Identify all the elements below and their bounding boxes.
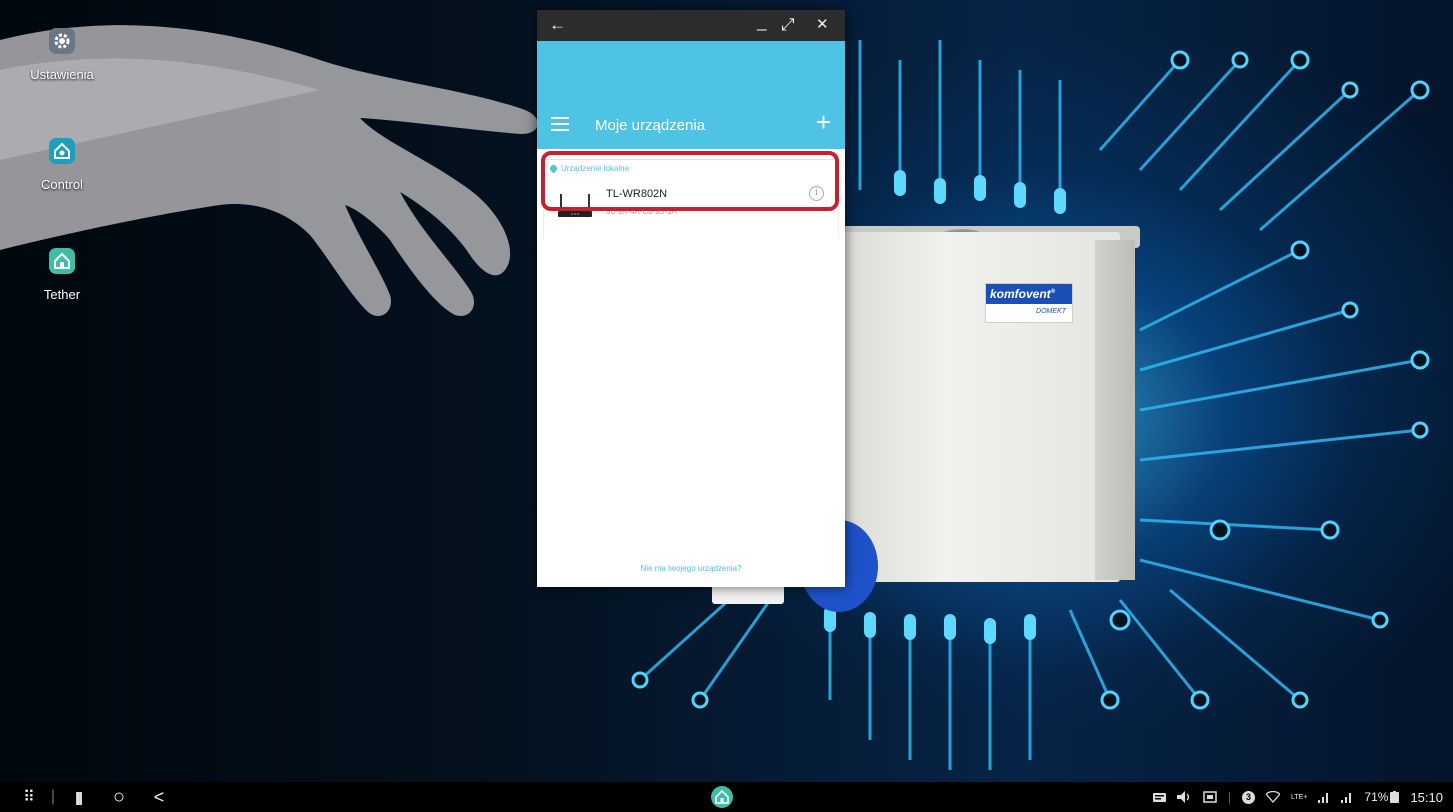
komfovent-control-icon <box>49 138 75 164</box>
add-device-button[interactable]: + <box>816 107 831 138</box>
desktop-icon-label: Tether <box>43 287 81 302</box>
desktop-icon-label: Control <box>41 177 83 192</box>
apps-grid-icon[interactable]: ⠿ <box>14 782 44 812</box>
tether-app-window: ← _ ⤢ ✕ Moje urządzenia + Urządzenie lok… <box>537 10 845 587</box>
taskbar: ⠿ | ||| ○ < | 3 LTE+ 71% 15:10 <box>0 782 1453 812</box>
status-divider: | <box>1227 790 1232 804</box>
volume-icon[interactable] <box>1176 791 1192 803</box>
desktop-icon-label: Ustawienia <box>30 67 94 82</box>
desktop-icon-control[interactable]: Control <box>7 138 117 192</box>
desktop-icon-tether[interactable]: Tether <box>7 248 117 302</box>
battery-level: 71% <box>1364 790 1400 804</box>
screenshot-icon[interactable] <box>1203 791 1217 803</box>
close-icon[interactable]: ✕ <box>816 15 829 35</box>
wifi-icon <box>1266 791 1281 803</box>
tether-home-icon <box>49 248 75 274</box>
back-arrow-icon[interactable]: ← <box>549 15 566 35</box>
clock: 15:10 <box>1410 789 1443 805</box>
notification-badge[interactable]: 3 <box>1242 790 1256 804</box>
ventilation-unit-image <box>830 232 1120 582</box>
page-title: Moje urządzenia <box>595 117 706 134</box>
missing-device-link[interactable]: Nie ma twojego urządzenia? <box>537 564 845 573</box>
taskbar-divider: | <box>50 788 56 805</box>
highlight-annotation <box>541 151 839 211</box>
window-titlebar[interactable]: ← _ ⤢ ✕ <box>537 10 845 41</box>
window-bottom-tab <box>712 586 784 604</box>
ventilation-unit-side <box>1095 240 1135 580</box>
pin-window-icon[interactable]: ⤢ <box>781 15 795 35</box>
brand-plate: komfovent® DOMEKT <box>985 283 1073 323</box>
settings-gear-icon <box>49 28 75 54</box>
minimize-icon[interactable]: _ <box>757 12 766 32</box>
message-icon[interactable] <box>1152 792 1166 803</box>
recents-button[interactable]: ||| <box>66 782 90 812</box>
desktop-icon-settings[interactable]: Ustawienia <box>7 28 117 82</box>
status-area: | 3 LTE+ 71% 15:10 <box>1152 782 1443 812</box>
tether-taskbar-icon[interactable] <box>709 782 735 812</box>
lte-indicator: LTE+ <box>1291 793 1308 801</box>
signal-strength-icon <box>1318 792 1330 803</box>
brand-model: DOMEKT <box>1036 308 1066 315</box>
app-header: Moje urządzenia + <box>537 41 845 149</box>
home-button[interactable]: ○ <box>106 782 132 812</box>
signal-strength-icon-2 <box>1341 792 1353 803</box>
back-button[interactable]: < <box>146 782 172 812</box>
hamburger-menu-icon[interactable] <box>551 117 569 135</box>
brand-name: komfovent® <box>986 284 1072 304</box>
